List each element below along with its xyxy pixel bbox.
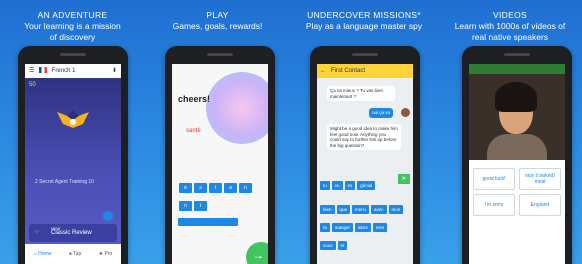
key[interactable]: é: [179, 183, 192, 193]
word-chip[interactable]: vous: [320, 241, 336, 250]
download-icon[interactable]: ⬇: [112, 64, 117, 78]
mission-label[interactable]: 2 Secret Agent Training 10: [35, 179, 94, 185]
phone-home: ☰ French 1 ⬇ 50 2 Secret Agent Training …: [18, 46, 128, 264]
word-chip[interactable]: manger: [331, 223, 354, 232]
word-chip[interactable]: et: [337, 241, 348, 250]
back-icon[interactable]: ←: [320, 64, 326, 78]
play-screen: cheers! santé éstan nt →: [172, 64, 268, 264]
bubble-burst: [206, 72, 268, 144]
word-chip[interactable]: bien: [320, 205, 335, 214]
chip-row-2: bien que merci avec mon: [319, 198, 411, 216]
caption-heading: PLAY: [206, 10, 229, 20]
send-button[interactable]: ➤: [398, 174, 410, 184]
home-screen: ☰ French 1 ⬇ 50 2 Secret Agent Training …: [25, 64, 121, 264]
french-flag-icon: [39, 67, 48, 74]
word-chip[interactable]: ta: [320, 223, 330, 232]
prompt-word: cheers!: [178, 94, 211, 104]
answer-option[interactable]: nice (cooked) meal: [519, 168, 561, 190]
dots-icon: ⁘: [34, 229, 40, 236]
word-chip[interactable]: mon: [388, 205, 404, 214]
video-status-bar: [469, 64, 565, 74]
key[interactable]: a: [224, 183, 237, 193]
word-chip[interactable]: vu: [331, 181, 343, 190]
bottom-nav: ⌂ Home ● Tap ★ Pro: [25, 244, 121, 264]
progress-dot: [103, 211, 113, 221]
missions-screen: ← First Contact Ça va mieux ? Tu vas bie…: [317, 64, 413, 264]
caption-sub: Your learning is a mission of discovery: [24, 21, 121, 42]
word-chip[interactable]: génial: [357, 181, 376, 190]
key[interactable]: n: [179, 201, 192, 211]
key-row-2: nt: [178, 194, 264, 212]
word-chip[interactable]: merci: [352, 205, 370, 214]
word-chip[interactable]: avec: [371, 205, 387, 214]
level-badge: 50: [29, 82, 36, 88]
caption-adventure: AN ADVENTURE Your learning is a mission …: [0, 10, 145, 43]
caption-heading: UNDERCOVER MISSIONS*: [307, 10, 421, 20]
avatar: [401, 108, 410, 117]
chat-header: ← First Contact: [317, 64, 413, 78]
chip-row-4: vous et: [319, 234, 411, 252]
caption-videos: VIDEOS Learn with 1000s of videos of rea…: [438, 10, 582, 43]
panel-missions: UNDERCOVER MISSIONS* Play as a language …: [290, 0, 438, 264]
caption-missions: UNDERCOVER MISSIONS* Play as a language …: [290, 10, 438, 32]
home-topbar: ☰ French 1 ⬇: [25, 64, 121, 78]
key[interactable]: t: [209, 183, 222, 193]
key[interactable]: n: [239, 183, 252, 193]
phone-play: cheers! santé éstan nt →: [165, 46, 275, 264]
chat-title: First Contact: [331, 68, 366, 74]
caption-sub: Play as a language master spy: [305, 21, 423, 31]
chat-message-2: Might be a good idea to make him feel go…: [327, 124, 401, 150]
chat-message-1: Ça va mieux ? Tu vas bien maintenant ?: [327, 86, 395, 101]
word-chip[interactable]: que: [336, 205, 351, 214]
bird-mascot-icon: [57, 110, 89, 128]
word-chips: tu vu es génial bien que merci avec mon ta mange…: [319, 174, 411, 252]
phone-videos: good luck! nice (cooked) meal I'm sorry …: [462, 46, 572, 264]
nav-home-label: Home: [38, 251, 52, 257]
caption-sub: Games, goals, rewards!: [172, 21, 263, 31]
key[interactable]: s: [194, 183, 207, 193]
speaker-shirt: [487, 134, 547, 160]
nav-pro[interactable]: ★ Pro: [99, 251, 113, 257]
phone-speaker: [352, 53, 378, 56]
word-chip[interactable]: alors: [355, 223, 371, 232]
word-chip[interactable]: es: [344, 181, 356, 190]
phone-speaker: [207, 53, 233, 56]
nav-tap-label: Tap: [73, 251, 82, 257]
answer-option[interactable]: I'm sorry: [473, 194, 515, 216]
caption-play: PLAY Games, goals, rewards!: [145, 10, 290, 32]
panel-adventure: AN ADVENTURE Your learning is a mission …: [0, 0, 145, 264]
course-language[interactable]: French 1: [52, 68, 76, 74]
videos-screen: good luck! nice (cooked) meal I'm sorry …: [469, 64, 565, 264]
phone-missions: ← First Contact Ça va mieux ? Tu vas bie…: [310, 46, 420, 264]
video-player[interactable]: [469, 74, 565, 160]
menu-icon[interactable]: ☰: [29, 68, 34, 74]
caption-heading: VIDEOS: [493, 10, 527, 20]
submit-bar[interactable]: [178, 218, 238, 226]
panel-videos: VIDEOS Learn with 1000s of videos of rea…: [438, 0, 582, 264]
caption-heading: AN ADVENTURE: [37, 10, 108, 20]
nav-pro-label: Pro: [104, 251, 113, 257]
caption-sub: Learn with 1000s of videos of real nativ…: [454, 21, 566, 42]
speaker-hair: [495, 82, 537, 112]
word-chip[interactable]: mes: [372, 223, 388, 232]
phone-speaker: [504, 53, 530, 56]
phone-speaker: [60, 53, 86, 56]
nav-tap[interactable]: ● Tap: [69, 251, 81, 257]
answer-option[interactable]: England: [519, 194, 561, 216]
chat-reply: oui ça va: [369, 108, 394, 118]
key[interactable]: t: [194, 201, 207, 211]
key-row-1: éstan: [178, 176, 264, 194]
panel-play: PLAY Games, goals, rewards! cheers! sant…: [145, 0, 290, 264]
answer-word: santé: [186, 128, 201, 134]
answer-option[interactable]: good luck!: [473, 168, 515, 190]
nav-home[interactable]: ⌂ Home: [34, 251, 52, 257]
classic-review-button[interactable]: NEW Classic Review ⁘: [29, 224, 117, 242]
review-kicker: NEW: [51, 226, 61, 231]
chip-row-3: ta manger alors mes: [319, 216, 411, 234]
next-button[interactable]: →: [246, 242, 268, 264]
keyboard: éstan nt: [178, 176, 264, 226]
word-chip[interactable]: tu: [320, 181, 330, 190]
